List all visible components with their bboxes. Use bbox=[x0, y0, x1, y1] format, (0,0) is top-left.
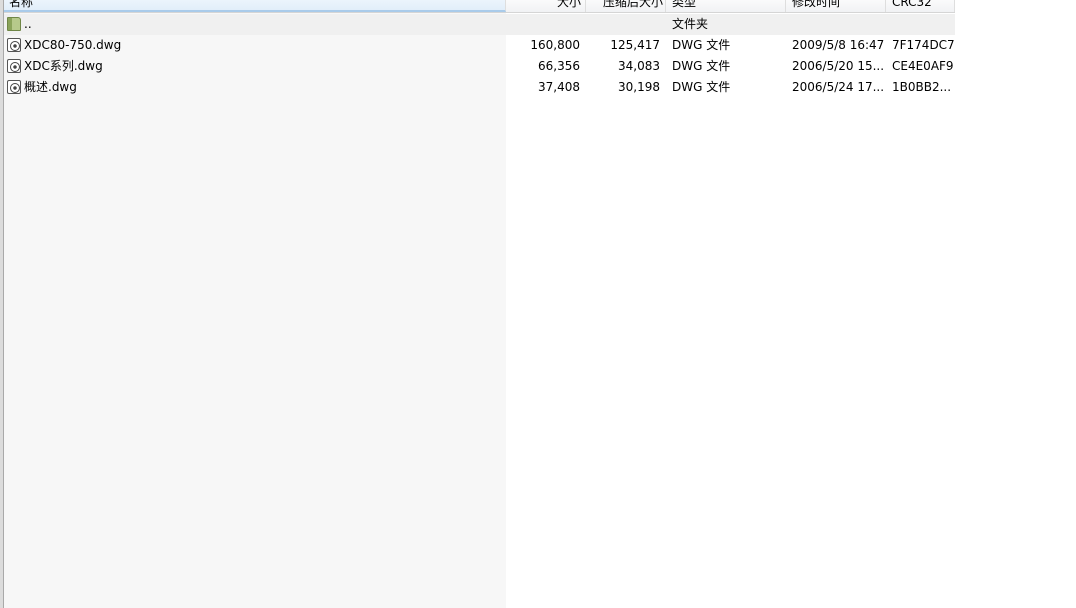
column-header-modified[interactable]: 修改时间 bbox=[786, 0, 886, 12]
file-name: XDC80-750.dwg bbox=[24, 38, 122, 52]
file-modified bbox=[786, 14, 886, 35]
file-modified: 2006/5/24 17... bbox=[792, 80, 885, 94]
file-packed-size: 125,417 bbox=[610, 38, 660, 52]
column-header-bar: 名称 大小 压缩后大小 类型 修改时间 CRC32 bbox=[4, 0, 955, 13]
file-name: .. bbox=[24, 17, 32, 31]
file-name: 概述.dwg bbox=[24, 80, 77, 94]
file-packed-size: 34,083 bbox=[618, 59, 660, 73]
column-header-type[interactable]: 类型 bbox=[666, 0, 786, 12]
file-type: DWG 文件 bbox=[672, 80, 731, 94]
file-packed-size bbox=[586, 14, 666, 35]
file-size: 160,800 bbox=[530, 38, 580, 52]
file-type: 文件夹 bbox=[672, 17, 709, 31]
file-list-view: 名称 大小 压缩后大小 类型 修改时间 CRC32 .. 文件夹 XDC80-7… bbox=[0, 0, 1076, 608]
file-packed-size: 30,198 bbox=[618, 80, 660, 94]
file-crc32: 7F174DC7 bbox=[892, 38, 955, 52]
column-header-name[interactable]: 名称 bbox=[4, 0, 506, 12]
file-name: XDC系列.dwg bbox=[24, 59, 103, 73]
file-modified: 2009/5/8 16:47 bbox=[792, 38, 885, 52]
file-size: 37,408 bbox=[538, 80, 580, 94]
list-item-file[interactable]: XDC80-750.dwg 160,800 125,417 DWG 文件 200… bbox=[4, 35, 955, 56]
file-crc32: 1B0BB2... bbox=[892, 80, 952, 94]
file-crc32 bbox=[886, 14, 955, 35]
list-item-file[interactable]: XDC系列.dwg 66,356 34,083 DWG 文件 2006/5/20… bbox=[4, 56, 955, 77]
file-type: DWG 文件 bbox=[672, 38, 731, 52]
name-column-background bbox=[4, 12, 506, 608]
file-modified: 2006/5/20 15... bbox=[792, 59, 885, 73]
file-size: 66,356 bbox=[538, 59, 580, 73]
file-list: .. 文件夹 XDC80-750.dwg 160,800 125,417 DWG… bbox=[4, 14, 955, 98]
column-header-crc32[interactable]: CRC32 bbox=[886, 0, 955, 12]
file-crc32: CE4E0AF9 bbox=[892, 59, 954, 73]
file-type: DWG 文件 bbox=[672, 59, 731, 73]
column-header-packed-size[interactable]: 压缩后大小 bbox=[586, 0, 666, 12]
column-header-size[interactable]: 大小 bbox=[506, 0, 586, 12]
list-item-file[interactable]: 概述.dwg 37,408 30,198 DWG 文件 2006/5/24 17… bbox=[4, 77, 955, 98]
list-item-parent-folder[interactable]: .. 文件夹 bbox=[4, 14, 955, 35]
file-size bbox=[506, 14, 586, 35]
